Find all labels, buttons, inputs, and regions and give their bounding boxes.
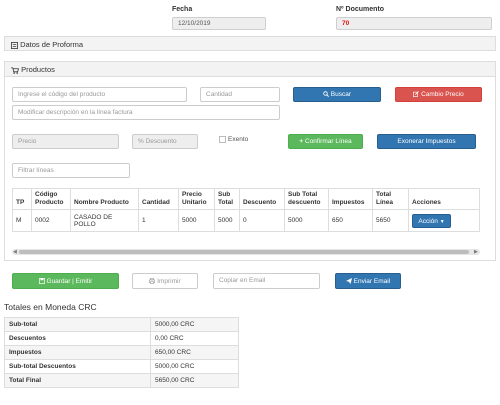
doc-number-label: Nº Documento <box>336 6 385 13</box>
col-subtotal: Sub Total <box>214 188 240 210</box>
paper-plane-icon <box>345 278 352 285</box>
productos-panel-header: Productos <box>4 61 496 77</box>
fecha-field: 12/10/2019 <box>172 17 266 30</box>
table-row: M 0002 CASADO DE POLLO 1 5000 5000 0 500… <box>12 209 480 232</box>
send-email-button[interactable]: Enviar Email <box>335 273 401 289</box>
list-icon <box>11 41 18 49</box>
quantity-input[interactable]: Cantidad <box>200 87 280 102</box>
totals-row: Sub-total 5000,00 CRC <box>4 317 239 332</box>
caret-down-icon: ▼ <box>439 218 445 225</box>
totals-table: Sub-total 5000,00 CRC Descuentos 0,00 CRC … <box>4 317 239 388</box>
exento-checkbox[interactable] <box>219 136 226 143</box>
cell-subtotal-desc: 5000 <box>284 209 329 232</box>
col-subtotal-desc: Sub Total descuento <box>284 188 329 210</box>
cell-descuento: 0 <box>239 209 285 232</box>
product-code-input[interactable]: Ingrese el código del producto <box>12 87 187 102</box>
cell-codigo: 0002 <box>31 209 71 232</box>
doc-number-field: 70 <box>336 17 492 30</box>
exonerate-taxes-button[interactable]: Exonerar Impuestos <box>377 134 476 149</box>
totals-row: Impuestos 650,00 CRC <box>4 345 239 360</box>
save-icon <box>38 278 45 285</box>
confirm-line-button[interactable]: + Confirmar Línea <box>288 134 363 149</box>
table-horizontal-scrollbar[interactable]: ◀ ▶ <box>12 249 480 255</box>
col-impuestos: Impuestos <box>328 188 373 210</box>
cell-acciones: Acción ▼ <box>408 209 480 232</box>
scroll-left-icon[interactable]: ◀ <box>13 249 17 255</box>
filter-lines-input[interactable]: Filtrar líneas <box>12 163 130 178</box>
cart-icon <box>11 66 19 74</box>
col-precio: Precio Unitario <box>178 188 215 210</box>
search-icon <box>323 91 329 98</box>
cell-precio: 5000 <box>178 209 215 232</box>
totals-row: Total Final 5650,00 CRC <box>4 373 239 388</box>
items-table: TP Código Producto Nombre Producto Canti… <box>12 188 480 232</box>
exento-label: Exento <box>228 136 249 143</box>
col-tp: TP <box>12 188 32 210</box>
col-descuento: Descuento <box>239 188 285 210</box>
proforma-panel-header[interactable]: Datos de Proforma <box>4 36 496 51</box>
scrollbar-thumb[interactable] <box>19 250 469 254</box>
col-total: Total Línea <box>372 188 409 210</box>
scroll-right-icon[interactable]: ▶ <box>474 249 478 255</box>
edit-icon <box>413 91 420 98</box>
cell-total: 5650 <box>372 209 409 232</box>
search-button[interactable]: Buscar <box>293 87 381 102</box>
price-input[interactable]: Precio <box>12 134 119 149</box>
proforma-title: Datos de Proforma <box>20 40 84 49</box>
description-input[interactable]: Modificar descripción en la línea factur… <box>12 105 280 120</box>
productos-title: Productos <box>21 65 55 74</box>
cell-subtotal: 5000 <box>214 209 240 232</box>
change-price-button[interactable]: Cambio Precio <box>395 87 482 102</box>
plus-icon: + <box>299 138 304 145</box>
cell-nombre: CASADO DE POLLO <box>70 209 139 232</box>
print-button[interactable]: Imprimir <box>132 273 198 289</box>
copy-email-input[interactable]: Copiar en Email <box>213 273 320 289</box>
cell-impuestos: 650 <box>328 209 373 232</box>
fecha-label: Fecha <box>172 6 193 13</box>
col-nombre: Nombre Producto <box>70 188 139 210</box>
cell-cantidad: 1 <box>138 209 179 232</box>
totals-title: Totales en Moneda CRC <box>4 302 97 312</box>
discount-input[interactable]: % Descuento <box>132 134 198 149</box>
cell-tp: M <box>12 209 32 232</box>
action-dropdown-button[interactable]: Acción ▼ <box>412 213 451 228</box>
save-emit-button[interactable]: Guardar | Emitir <box>12 273 119 289</box>
totals-row: Descuentos 0,00 CRC <box>4 331 239 346</box>
table-header-row: TP Código Producto Nombre Producto Canti… <box>12 188 480 210</box>
print-icon <box>149 278 156 285</box>
totals-row: Sub-total Descuentos 5000,00 CRC <box>4 359 239 374</box>
col-acciones: Acciones <box>408 188 480 210</box>
col-codigo: Código Producto <box>31 188 71 210</box>
col-cantidad: Cantidad <box>138 188 179 210</box>
